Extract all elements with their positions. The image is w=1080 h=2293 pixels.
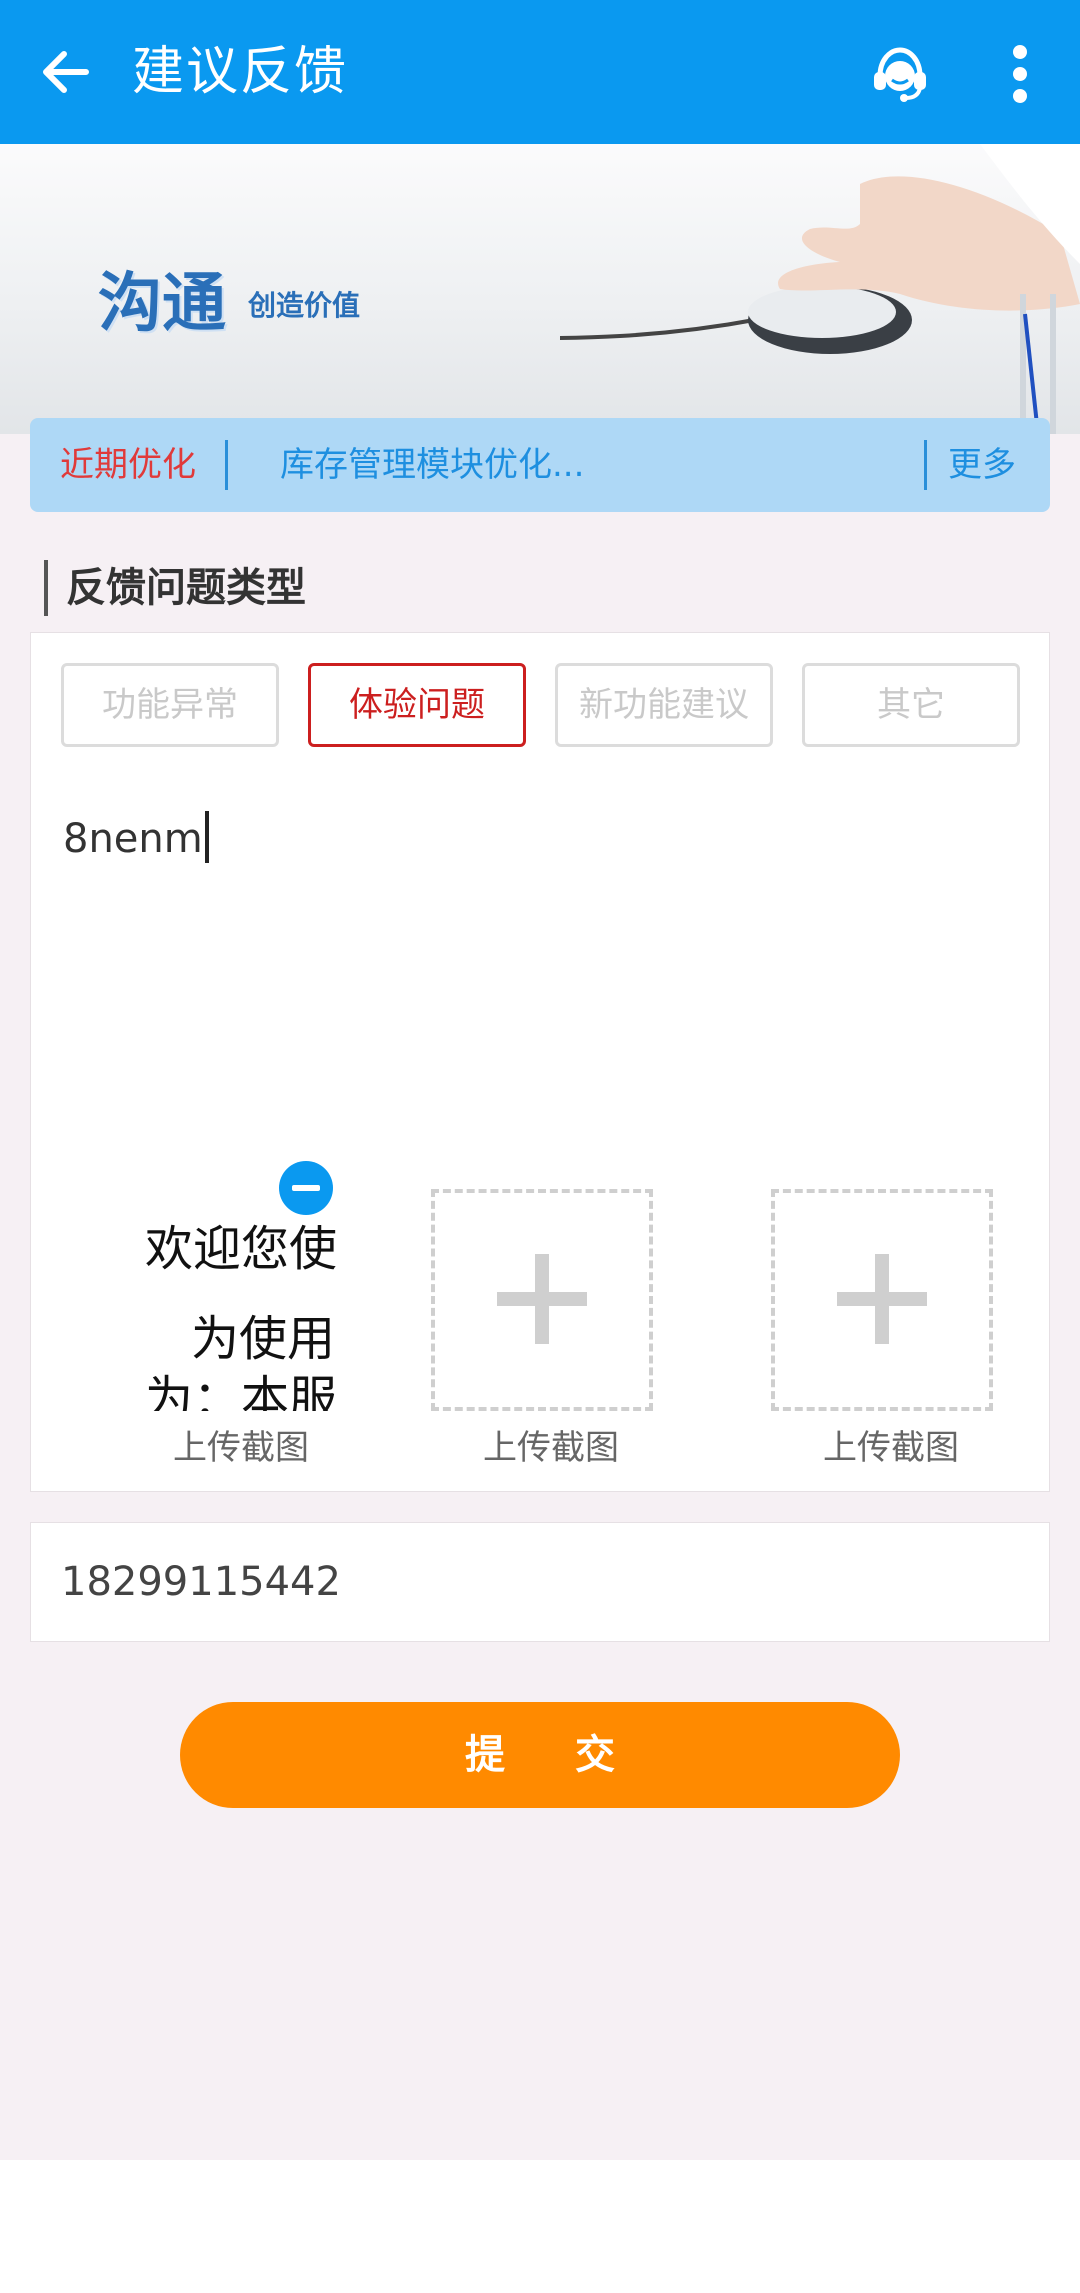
arrow-left-icon [43,51,89,93]
back-button[interactable] [30,36,102,108]
upload-label: 上传截图 [823,1428,959,1468]
customer-service-button[interactable] [862,36,938,112]
feedback-type-new-feature[interactable]: 新功能建议 [555,663,773,747]
upload-screenshot-slot[interactable] [431,1189,653,1411]
recent-update-text[interactable]: 库存管理模块优化... [280,442,584,488]
hand-mouse-illustration [560,144,1080,434]
plus-icon [875,1254,889,1344]
phone-number-field[interactable]: 18299115442 [30,1522,1050,1642]
promo-banner: 沟通 创造价值 [0,144,1080,434]
recent-updates-tag: 近期优化 [60,445,196,485]
more-vertical-icon [1013,45,1027,103]
screenshot-text-line: 欢迎您使 [145,1221,338,1277]
feedback-type-experience[interactable]: 体验问题 [308,663,526,747]
upload-screenshot-slot[interactable] [771,1189,993,1411]
page-title: 建议反馈 [132,42,349,102]
customer-service-headset-icon [874,47,926,102]
plus-icon [535,1254,549,1344]
feedback-card: 功能异常 体验问题 新功能建议 其它 8nenm 欢迎您使 为使用 为：本服 上… [30,632,1050,1492]
recent-updates-bar[interactable]: 近期优化 库存管理模块优化... 更多 [30,418,1050,512]
more-options-button[interactable] [990,36,1050,112]
feedback-type-heading: 反馈问题类型 [44,560,306,616]
feedback-type-other[interactable]: 其它 [802,663,1020,747]
feedback-description-input[interactable]: 8nenm [63,811,209,867]
banner-slogan: 沟通 [98,266,226,341]
text-cursor [204,811,209,863]
upload-label: 上传截图 [483,1428,619,1468]
divider [225,440,228,490]
submit-button[interactable]: 提 交 [180,1702,900,1808]
remove-screenshot-icon[interactable] [279,1161,333,1215]
divider [924,440,927,490]
feedback-type-function-error[interactable]: 功能异常 [61,663,279,747]
upload-label: 上传截图 [173,1428,309,1468]
feedback-description-value: 8nenm [63,816,203,862]
screenshot-text-line: 为：本服 [145,1371,338,1411]
banner-slogan-sub: 创造价值 [248,289,361,322]
app-bar: 建议反馈 [0,0,1080,144]
uploaded-screenshot-thumbnail[interactable]: 欢迎您使 为使用 为：本服 [141,1189,341,1411]
more-updates-link[interactable]: 更多 [948,442,1016,488]
